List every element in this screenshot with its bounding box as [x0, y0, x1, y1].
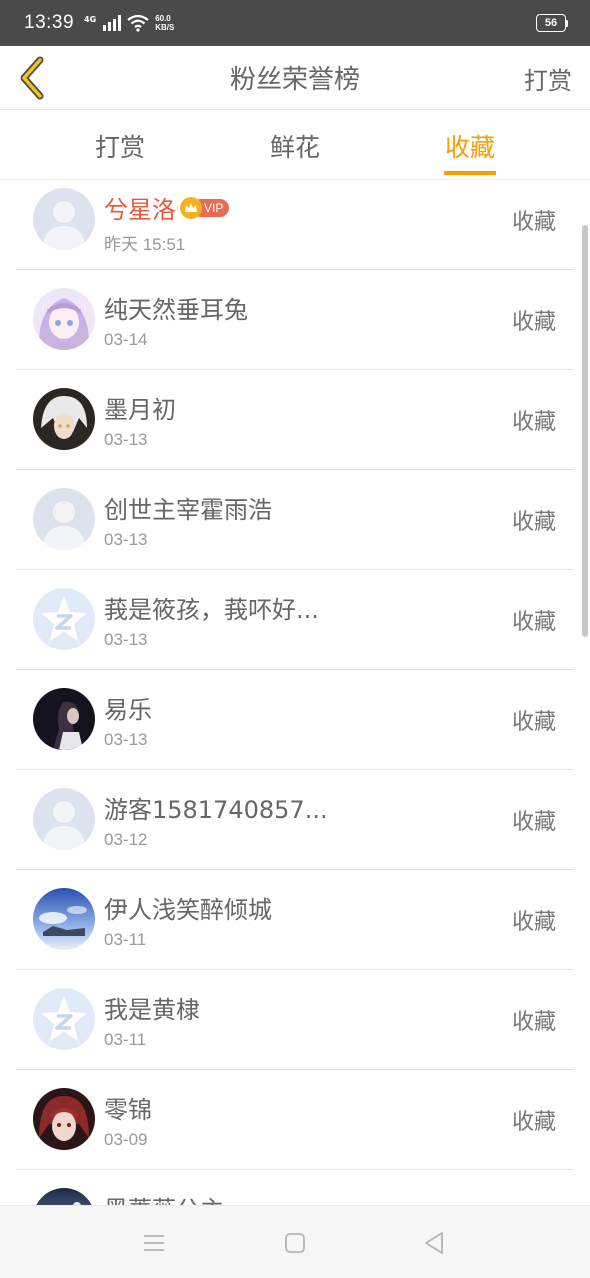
status-bar: 13:39 4G 60.0 KB/S 56 [0, 0, 590, 46]
list-item[interactable]: 创世主宰霍雨浩 03-13 收藏 [16, 470, 574, 570]
signal-icon [103, 15, 122, 31]
network-type: 4G [84, 15, 97, 24]
item-date: 03-13 [104, 730, 148, 749]
crown-icon [180, 196, 202, 219]
menu-button[interactable] [141, 1230, 167, 1256]
user-name: 游客1581740857... [104, 796, 328, 824]
list-item[interactable]: 游客1581740857... 03-12 收藏 [16, 770, 574, 870]
item-action-label: 收藏 [511, 210, 556, 235]
user-name: 易乐 [104, 696, 152, 724]
user-name: 创世主宰霍雨浩 [104, 496, 272, 524]
list-item[interactable]: 伊人浅笑醉倾城 03-11 收藏 [16, 870, 574, 970]
list-item[interactable]: 纯天然垂耳兔 03-14 收藏 [16, 270, 574, 370]
tab-tip[interactable]: 打赏 [70, 111, 170, 180]
white-hair-avatar[interactable] [33, 388, 95, 450]
anime-girl-avatar[interactable] [33, 288, 95, 350]
item-date: 03-11 [104, 930, 147, 949]
item-action-label: 收藏 [511, 810, 556, 835]
item-date: 03-09 [104, 1130, 148, 1149]
list-item[interactable]: 莪是筱孩，莪吥好... 03-13 收藏 [16, 570, 574, 670]
default-avatar-icon[interactable] [33, 488, 95, 550]
user-name: 黑蔷薇公主 [104, 1190, 224, 1205]
active-tab-indicator [444, 171, 496, 175]
item-date: 03-13 [104, 430, 148, 449]
page-title: 粉丝荣誉榜 [229, 65, 360, 95]
wifi-icon [127, 14, 149, 32]
status-time: 13:39 [24, 12, 75, 33]
item-action-label: 收藏 [511, 310, 556, 335]
item-action-label: 收藏 [511, 1110, 556, 1135]
net-speed-value: 60.0 [155, 14, 171, 23]
back-nav-button[interactable] [421, 1230, 447, 1256]
app-header: 粉丝荣誉榜 打赏 [0, 46, 590, 110]
user-name: 纯天然垂耳兔 [104, 296, 248, 324]
item-date: 昨天 15:51 [104, 235, 186, 254]
home-button[interactable] [282, 1230, 308, 1256]
scrollbar[interactable] [582, 225, 588, 637]
item-action-label: 收藏 [511, 1010, 556, 1035]
user-name: 伊人浅笑醉倾城 [104, 896, 272, 924]
chevron-left-icon [20, 56, 44, 100]
default-avatar-icon[interactable] [33, 188, 95, 250]
item-action-label: 收藏 [511, 910, 556, 935]
red-hair-avatar[interactable] [33, 1088, 95, 1150]
item-date: 03-14 [104, 330, 148, 349]
list-item[interactable]: 兮星洛 VIP 昨天 15:51 收藏 [16, 181, 574, 270]
net-speed: 60.0 KB/S [155, 14, 174, 32]
dark-portrait-avatar[interactable] [33, 688, 95, 750]
vip-badge: VIP [180, 196, 230, 219]
user-name-text: 兮星洛 [104, 196, 176, 224]
list-item[interactable]: 易乐 03-13 收藏 [16, 670, 574, 770]
user-name: 零锦 [104, 1096, 152, 1124]
qzone-star-icon[interactable] [33, 588, 95, 650]
user-name: 我是黄棣 [104, 996, 200, 1024]
status-icons: 4G 60.0 KB/S [84, 14, 174, 32]
item-action-label: 收藏 [511, 410, 556, 435]
item-action-label: 收藏 [511, 510, 556, 535]
triangle-back-icon [425, 1232, 443, 1254]
tab-bar: 打赏 鲜花 收藏 [0, 111, 590, 180]
dark-sky-avatar[interactable] [33, 1188, 95, 1205]
default-avatar-icon[interactable] [33, 788, 95, 850]
user-name: 墨月初 [104, 396, 176, 424]
user-name: 兮星洛 VIP [104, 190, 230, 225]
item-date: 03-13 [104, 530, 148, 549]
item-date: 03-12 [104, 830, 148, 849]
user-name: 莪是筱孩，莪吥好... [104, 596, 319, 624]
item-action-label: 收藏 [511, 610, 556, 635]
list-item[interactable]: 墨月初 03-13 收藏 [16, 370, 574, 470]
list-item[interactable]: 我是黄棣 03-11 收藏 [16, 970, 574, 1070]
system-nav-bar [0, 1205, 590, 1278]
list-item[interactable]: 黑蔷薇公主 [16, 1170, 574, 1205]
fan-list[interactable]: 兮星洛 VIP 昨天 15:51 收藏 纯天然垂耳兔 03-14 收藏 墨月初 … [0, 181, 590, 1205]
item-action-label: 收藏 [511, 710, 556, 735]
menu-icon [144, 1235, 164, 1251]
item-date: 03-11 [104, 1030, 147, 1049]
item-date: 03-13 [104, 630, 148, 649]
list-item[interactable]: 零锦 03-09 收藏 [16, 1070, 574, 1170]
qzone-star-icon[interactable] [33, 988, 95, 1050]
tip-button[interactable]: 打赏 [524, 46, 572, 110]
battery-level: 56 [536, 14, 566, 32]
back-button[interactable] [14, 54, 48, 102]
sky-scene-avatar[interactable] [33, 888, 95, 950]
square-icon [285, 1233, 305, 1253]
battery-icon: 56 [536, 14, 568, 32]
tab-flowers[interactable]: 鲜花 [245, 111, 345, 180]
net-speed-unit: KB/S [155, 23, 175, 32]
tab-favorites[interactable]: 收藏 [420, 111, 520, 180]
